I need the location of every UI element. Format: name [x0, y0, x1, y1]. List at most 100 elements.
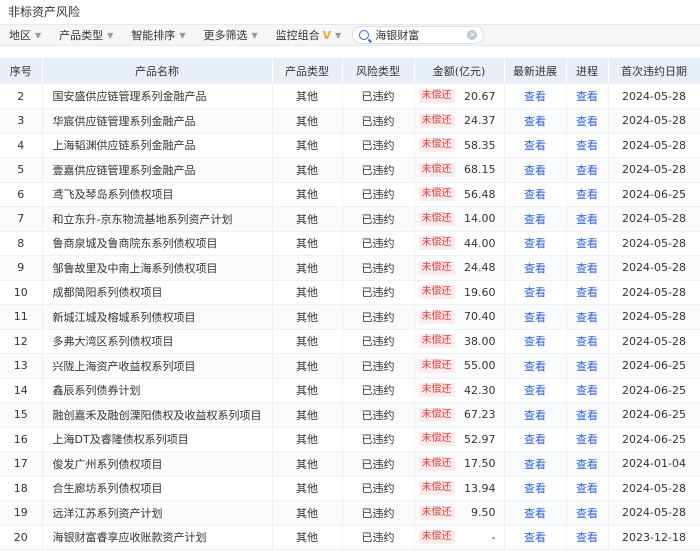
product-name[interactable]: 海银财富睿享应收账款资产计划	[42, 525, 273, 550]
view-latest-link[interactable]: 查看	[524, 384, 546, 397]
view-progress-link[interactable]: 查看	[576, 531, 598, 544]
product-name[interactable]: 合生廊坊系列债权项目	[42, 476, 273, 501]
table-row[interactable]: 2 国安盛供应链管理系列金融产品 其他 已违约 未偿还 20.67 查看 查看 2024-05-…	[0, 84, 700, 109]
view-latest-link[interactable]: 查看	[524, 433, 546, 446]
view-latest-link[interactable]: 查看	[524, 164, 546, 177]
default-date: 2024-05-28	[608, 157, 700, 183]
row-index: 7	[0, 206, 43, 232]
product-type: 其他	[272, 206, 343, 232]
risk-type: 已违约	[342, 427, 415, 452]
product-name[interactable]: 壹嘉供应链管理系列金融产品	[42, 157, 273, 183]
view-latest-link[interactable]: 查看	[524, 188, 546, 201]
view-latest-link[interactable]: 查看	[524, 482, 546, 495]
product-type: 其他	[272, 304, 343, 330]
view-latest-link[interactable]: 查看	[524, 360, 546, 373]
view-progress-link[interactable]: 查看	[576, 286, 598, 299]
view-latest-link[interactable]: 查看	[524, 262, 546, 275]
table-row[interactable]: 7 和立东升-京东物流基地系列资产计划 其他 已违约 未偿还 14.00 查看 查看 2024-…	[0, 206, 700, 232]
product-name[interactable]: 鸢飞及琴岛系列债权项目	[42, 182, 273, 207]
table-row[interactable]: 9 邹鲁故里及中南上海系列债权项目 其他 已违约 未偿还 24.48 查看 查看 2024-05…	[0, 255, 700, 281]
progress-cell: 查看	[566, 206, 609, 232]
view-progress-link[interactable]: 查看	[576, 384, 598, 397]
table-row[interactable]: 4 上海韬渊供应链系列金融产品 其他 已违约 未偿还 58.35 查看 查看 2024-05-2…	[0, 133, 700, 158]
table-row[interactable]: 13 兴陇上海资产收益权系列项目 其他 已违约 未偿还 55.00 查看 查看 2024-06-…	[0, 353, 700, 379]
search-box[interactable]: ×	[352, 26, 485, 44]
clear-icon[interactable]: ×	[467, 30, 478, 40]
view-progress-link[interactable]: 查看	[576, 311, 598, 324]
view-latest-link[interactable]: 查看	[524, 286, 546, 299]
table-row[interactable]: 20 海银财富睿享应收账款资产计划 其他 已违约 未偿还 - 查看 查看 2023-12-18	[0, 525, 700, 550]
default-date: 2024-05-28	[608, 280, 700, 305]
product-name[interactable]: 俊发广州系列债权项目	[42, 451, 273, 477]
view-latest-link[interactable]: 查看	[524, 458, 546, 471]
table-row[interactable]: 19 远洋江苏系列资产计划 其他 已违约 未偿还 9.50 查看 查看 2024-05-28	[0, 500, 700, 526]
filter-monitor-group[interactable]: 监控组合 V ▼	[267, 24, 351, 46]
filter-region[interactable]: 地区 ▼	[0, 24, 50, 46]
view-progress-link[interactable]: 查看	[576, 507, 598, 520]
view-progress-link[interactable]: 查看	[576, 237, 598, 250]
amount-value: 38.00	[464, 334, 496, 348]
view-progress-link[interactable]: 查看	[576, 90, 598, 103]
view-latest-link[interactable]: 查看	[524, 139, 546, 152]
view-progress-link[interactable]: 查看	[576, 164, 598, 177]
product-name[interactable]: 融创嘉禾及融创溧阳债权及收益权系列项目	[42, 402, 273, 428]
product-name[interactable]: 新城江城及榕城系列债权项目	[42, 304, 273, 330]
view-latest-link[interactable]: 查看	[524, 311, 546, 324]
view-latest-link[interactable]: 查看	[524, 409, 546, 422]
product-name[interactable]: 和立东升-京东物流基地系列资产计划	[42, 206, 273, 232]
product-name[interactable]: 远洋江苏系列资产计划	[42, 500, 273, 526]
product-name[interactable]: 鲁商泉城及鲁商院东系列债权项目	[42, 231, 273, 256]
product-name[interactable]: 华宸供应链管理系列金融产品	[42, 108, 273, 134]
table-row[interactable]: 14 鑫辰系列债券计划 其他 已违约 未偿还 42.30 查看 查看 2024-06-25	[0, 378, 700, 403]
view-latest-link[interactable]: 查看	[524, 115, 546, 128]
table-row[interactable]: 6 鸢飞及琴岛系列债权项目 其他 已违约 未偿还 56.48 查看 查看 2024-06-25	[0, 182, 700, 207]
filter-product-type[interactable]: 产品类型 ▼	[50, 24, 122, 46]
view-progress-link[interactable]: 查看	[576, 482, 598, 495]
product-name[interactable]: 国安盛供应链管理系列金融产品	[42, 84, 273, 109]
view-latest-link[interactable]: 查看	[524, 213, 546, 226]
view-latest-link[interactable]: 查看	[524, 507, 546, 520]
view-progress-link[interactable]: 查看	[576, 213, 598, 226]
product-type: 其他	[272, 500, 343, 526]
table-row[interactable]: 18 合生廊坊系列债权项目 其他 已违约 未偿还 13.94 查看 查看 2024-05-28	[0, 476, 700, 501]
filter-smart-sort[interactable]: 智能排序 ▼	[122, 24, 194, 46]
product-name[interactable]: 上海韬渊供应链系列金融产品	[42, 133, 273, 158]
product-name[interactable]: 上海DT及睿隆债权系列项目	[42, 427, 273, 452]
product-name[interactable]: 多弗大湾区系列债权项目	[42, 329, 273, 354]
product-name[interactable]: 兴陇上海资产收益权系列项目	[42, 353, 273, 379]
view-progress-link[interactable]: 查看	[576, 409, 598, 422]
view-progress-link[interactable]: 查看	[576, 458, 598, 471]
table-row[interactable]: 17 俊发广州系列债权项目 其他 已违约 未偿还 17.50 查看 查看 2024-01-04	[0, 451, 700, 477]
table-row[interactable]: 3 华宸供应链管理系列金融产品 其他 已违约 未偿还 24.37 查看 查看 2024-05-2…	[0, 108, 700, 134]
view-latest-link[interactable]: 查看	[524, 335, 546, 348]
col-header-latest: 最新进展	[504, 58, 567, 84]
view-progress-link[interactable]: 查看	[576, 188, 598, 201]
filter-more[interactable]: 更多筛选 ▼	[194, 24, 266, 46]
amount-cell: 未偿还 55.00	[414, 353, 505, 379]
table-row[interactable]: 10 成都简阳系列债权项目 其他 已违约 未偿还 19.60 查看 查看 2024-05-28	[0, 280, 700, 305]
table-row[interactable]: 8 鲁商泉城及鲁商院东系列债权项目 其他 已违约 未偿还 44.00 查看 查看 2024-05…	[0, 231, 700, 256]
amount-cell: 未偿还 -	[414, 525, 505, 550]
table-row[interactable]: 5 壹嘉供应链管理系列金融产品 其他 已违约 未偿还 68.15 查看 查看 2024-05-2…	[0, 157, 700, 183]
view-progress-link[interactable]: 查看	[576, 433, 598, 446]
view-latest-link[interactable]: 查看	[524, 90, 546, 103]
view-latest-link[interactable]: 查看	[524, 531, 546, 544]
view-progress-link[interactable]: 查看	[576, 139, 598, 152]
latest-progress-cell: 查看	[504, 304, 567, 330]
amount-cell: 未偿还 38.00	[414, 329, 505, 354]
view-progress-link[interactable]: 查看	[576, 335, 598, 348]
view-progress-link[interactable]: 查看	[576, 360, 598, 373]
view-progress-link[interactable]: 查看	[576, 115, 598, 128]
product-name[interactable]: 邹鲁故里及中南上海系列债权项目	[42, 255, 273, 281]
product-name[interactable]: 鑫辰系列债券计划	[42, 378, 273, 403]
product-name[interactable]: 成都简阳系列债权项目	[42, 280, 273, 305]
table-row[interactable]: 16 上海DT及睿隆债权系列项目 其他 已违约 未偿还 52.97 查看 查看 2024-06-…	[0, 427, 700, 452]
view-progress-link[interactable]: 查看	[576, 262, 598, 275]
risk-table: 序号 产品名称 产品类型 风险类型 金额(亿元) 最新进展 进程 首次违约日期 …	[0, 58, 700, 550]
table-row[interactable]: 15 融创嘉禾及融创溧阳债权及收益权系列项目 其他 已违约 未偿还 67.23 查看 查看 20…	[0, 402, 700, 428]
search-input[interactable]	[375, 28, 466, 42]
table-row[interactable]: 11 新城江城及榕城系列债权项目 其他 已违约 未偿还 70.40 查看 查看 2024-05-…	[0, 304, 700, 330]
amount-value: 17.50	[464, 457, 496, 471]
table-row[interactable]: 12 多弗大湾区系列债权项目 其他 已违约 未偿还 38.00 查看 查看 2024-05-28	[0, 329, 700, 354]
view-latest-link[interactable]: 查看	[524, 237, 546, 250]
